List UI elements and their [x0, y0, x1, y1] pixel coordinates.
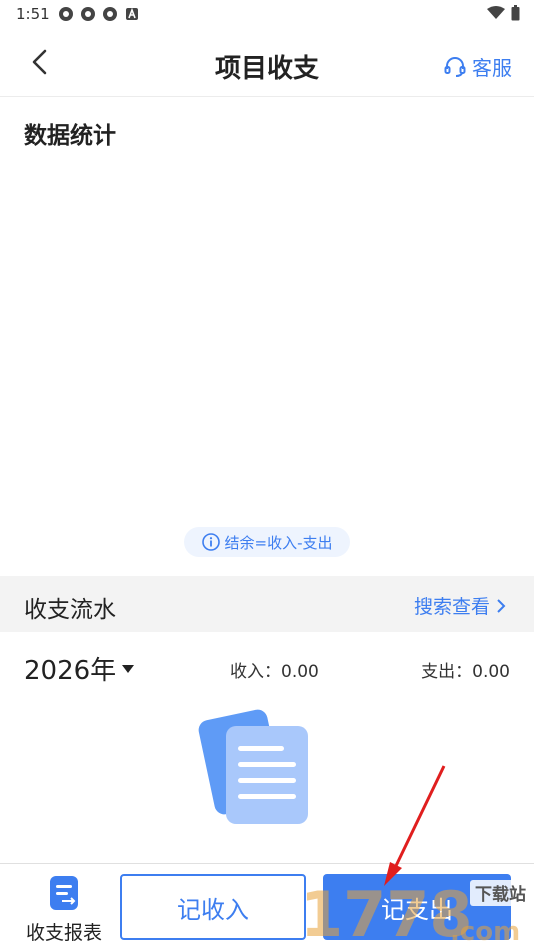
status-right-icons — [487, 5, 520, 21]
search-view-link[interactable]: 搜索查看 — [414, 592, 506, 619]
record-expense-button[interactable]: 记支出 — [323, 874, 511, 940]
headset-icon — [444, 56, 466, 77]
battery-icon — [511, 5, 520, 21]
flow-header: 收支流水 搜索查看 — [0, 576, 534, 632]
balance-note: 结余=收入-支出 — [184, 527, 350, 557]
balance-note-text: 结余=收入-支出 — [224, 533, 333, 552]
year-selector[interactable]: 2026年 — [24, 650, 135, 687]
report-button[interactable]: 收支报表 — [22, 874, 106, 945]
app-notification-icon — [59, 7, 73, 21]
report-label: 收支报表 — [25, 922, 102, 944]
search-view-label: 搜索查看 — [413, 596, 490, 618]
expense-total: 支出：0.00 — [421, 662, 510, 682]
income-total: 收入：0.00 — [230, 662, 319, 682]
year-label: 2026年 — [24, 656, 117, 686]
app-notification-icon — [81, 7, 95, 21]
wifi-icon — [487, 6, 505, 19]
service-label: 客服 — [472, 56, 512, 80]
top-nav: 项目收支 客服 — [0, 28, 534, 97]
bottom-action-bar: 收支报表 记收入 记支出 — [0, 863, 534, 951]
flow-title: 收支流水 — [24, 597, 116, 623]
chevron-right-icon — [497, 598, 506, 613]
a-badge-icon — [126, 7, 138, 20]
document-stack-icon — [198, 709, 308, 824]
app-notification-icon — [103, 7, 117, 21]
dropdown-triangle-icon — [122, 664, 135, 673]
service-button[interactable]: 客服 — [444, 52, 512, 81]
info-icon — [201, 533, 220, 551]
stats-section-title: 数据统计 — [24, 123, 116, 149]
status-bar: 1:51 — [0, 0, 534, 28]
report-icon — [50, 876, 78, 910]
status-time: 1:51 — [16, 5, 50, 23]
status-notification-icons — [58, 6, 140, 22]
record-income-button[interactable]: 记收入 — [120, 874, 306, 940]
